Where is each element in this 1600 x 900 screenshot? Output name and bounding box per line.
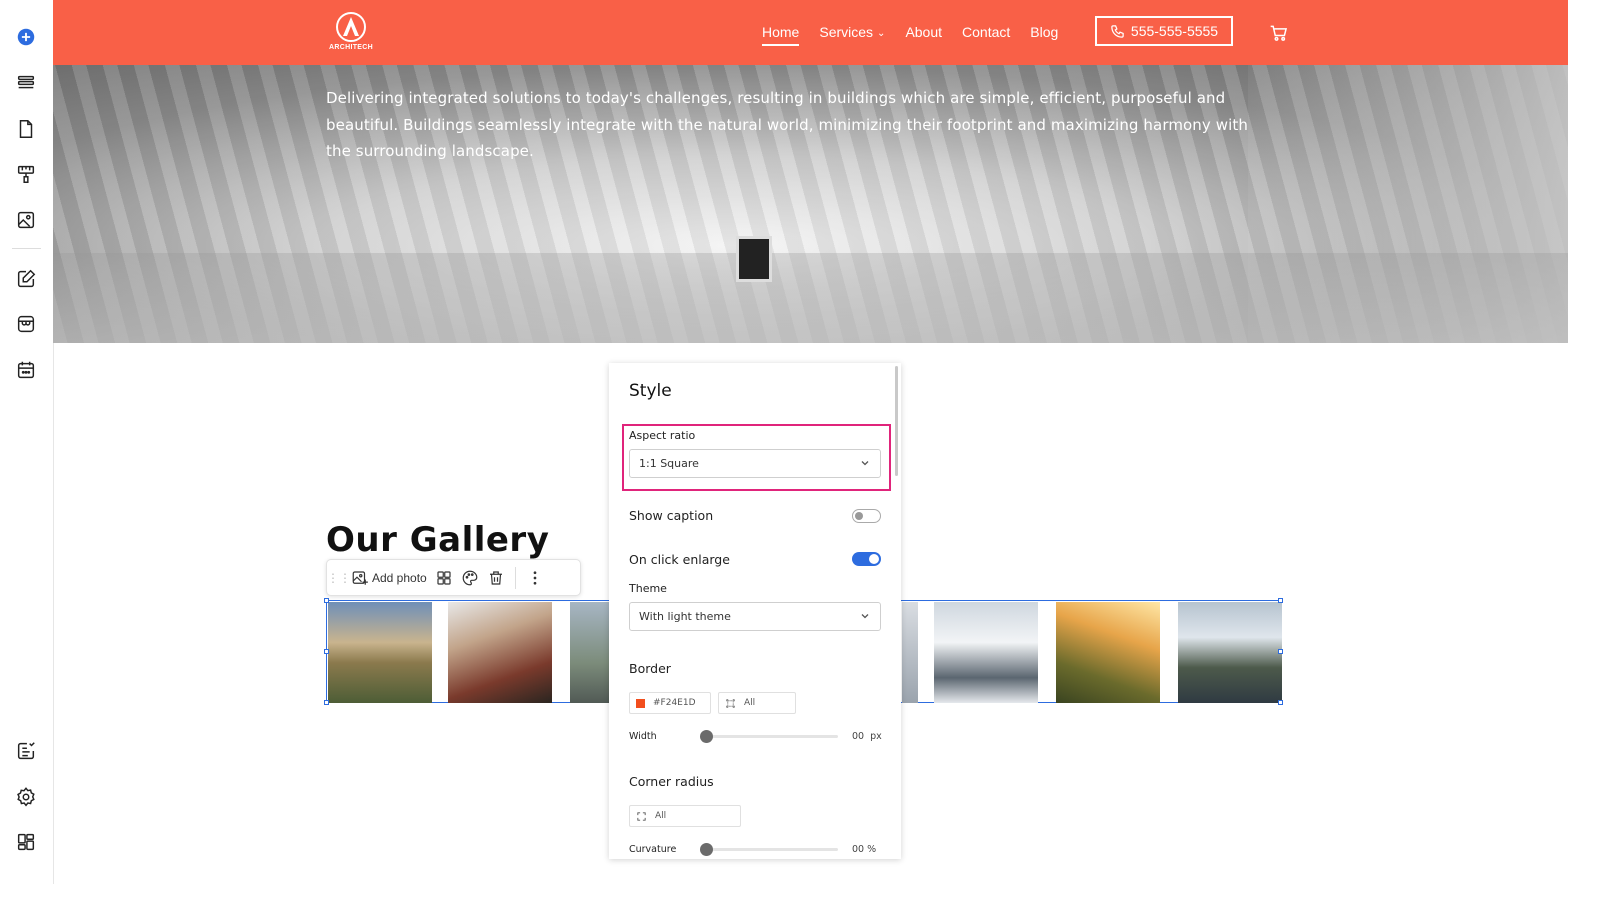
nav-blog[interactable]: Blog <box>1030 24 1058 40</box>
site-header: ARCHITECH Home Services ⌄ About Contact B… <box>53 0 1568 65</box>
more-vertical-icon <box>533 570 537 585</box>
gallery-photo[interactable] <box>570 602 610 703</box>
add-photo-button[interactable]: Add photo <box>351 564 427 592</box>
width-slider-knob[interactable] <box>700 730 713 743</box>
main-nav: Home Services ⌄ About Contact Blog <box>762 24 1078 46</box>
phone-number: 555-555-5555 <box>1130 23 1219 39</box>
width-label: Width <box>629 731 657 742</box>
theme-label: Theme <box>629 582 667 595</box>
drag-handle-icon[interactable]: ⋮⋮ <box>327 571 351 585</box>
more-button[interactable] <box>526 564 544 592</box>
resize-handle[interactable] <box>324 649 329 654</box>
logo-text: ARCHITECH <box>329 44 373 51</box>
border-color-swatch <box>636 698 645 708</box>
cart-icon[interactable] <box>1269 23 1289 43</box>
add-photo-icon <box>352 570 368 585</box>
settings-icon[interactable] <box>14 785 38 809</box>
style-panel: Style Aspect ratio 1:1 Square Show capti… <box>609 363 901 859</box>
show-caption-toggle[interactable] <box>852 509 881 523</box>
logo-icon <box>336 12 366 42</box>
palette-icon <box>462 570 478 585</box>
corner-sides-select[interactable]: All <box>629 805 741 827</box>
nav-services[interactable]: Services ⌄ <box>819 24 885 40</box>
curvature-value: 00 % <box>852 844 876 855</box>
border-color-picker[interactable]: #F24E1D <box>629 692 711 714</box>
chevron-down-icon <box>861 461 869 466</box>
border-sides-value: All <box>744 698 756 708</box>
blog-edit-icon[interactable] <box>14 267 38 291</box>
border-sides-icon <box>726 698 735 708</box>
panel-title: Style <box>629 381 672 401</box>
rail-divider <box>12 248 41 249</box>
add-icon[interactable] <box>14 25 38 49</box>
add-photo-label: Add photo <box>372 570 427 585</box>
nav-services-label: Services <box>819 24 874 40</box>
panel-scrollbar[interactable] <box>895 366 898 476</box>
site-logo[interactable]: ARCHITECH <box>326 11 376 51</box>
editor-sidebar <box>0 0 54 884</box>
aspect-ratio-select[interactable]: 1:1 Square <box>629 449 881 478</box>
curvature-slider-knob[interactable] <box>700 843 713 856</box>
calendar-icon[interactable] <box>14 358 38 382</box>
theme-value: With light theme <box>639 610 731 623</box>
theme-select[interactable]: With light theme <box>629 602 881 631</box>
corner-radius-label: Corner radius <box>629 774 714 789</box>
gallery-photo[interactable] <box>1056 602 1160 703</box>
layout-icon <box>437 570 451 585</box>
gallery-title[interactable]: Our Gallery <box>326 520 549 560</box>
store-icon[interactable] <box>14 312 38 336</box>
style-button[interactable] <box>461 564 479 592</box>
paint-roller-icon[interactable] <box>14 162 38 186</box>
nav-about[interactable]: About <box>905 24 942 40</box>
nav-contact[interactable]: Contact <box>962 24 1010 40</box>
curvature-label: Curvature <box>629 844 677 855</box>
hero-image-floor <box>53 253 1568 343</box>
show-caption-label: Show caption <box>629 508 714 523</box>
chevron-down-icon: ⌄ <box>877 28 886 39</box>
media-icon[interactable] <box>14 208 38 232</box>
aspect-ratio-value: 1:1 Square <box>639 457 699 470</box>
curvature-slider[interactable] <box>700 843 838 856</box>
gallery-photo[interactable] <box>1178 602 1282 703</box>
on-click-enlarge-label: On click enlarge <box>629 552 730 567</box>
curvature-unit: % <box>867 844 877 855</box>
phone-button[interactable]: 555-555-5555 <box>1095 16 1233 46</box>
layout-button[interactable] <box>435 564 453 592</box>
hero-image-door <box>736 236 772 282</box>
resize-handle[interactable] <box>324 700 329 705</box>
tasks-icon[interactable] <box>14 739 38 763</box>
gallery-photo[interactable] <box>934 602 1038 703</box>
chevron-down-icon <box>861 614 869 619</box>
gallery-photo[interactable] <box>448 602 552 703</box>
sections-icon[interactable] <box>14 71 38 95</box>
resize-handle[interactable] <box>324 598 329 603</box>
gallery-toolbar: ⋮⋮ Add photo <box>326 559 581 596</box>
border-color-text: #F24E1D <box>653 698 696 708</box>
curvature-number: 00 <box>852 844 865 855</box>
hero-section: Delivering integrated solutions to today… <box>53 65 1568 343</box>
pages-icon[interactable] <box>14 117 38 141</box>
resize-handle[interactable] <box>1278 598 1283 603</box>
phone-icon <box>1111 24 1124 38</box>
nav-home[interactable]: Home <box>762 24 800 46</box>
width-unit: px <box>870 731 882 742</box>
hero-text: Delivering integrated solutions to today… <box>326 89 1248 160</box>
border-sides-select[interactable]: All <box>718 692 796 714</box>
border-label: Border <box>629 661 671 676</box>
apps-icon[interactable] <box>14 830 38 854</box>
width-slider[interactable] <box>700 730 838 743</box>
delete-button[interactable] <box>487 564 505 592</box>
corner-sides-value: All <box>655 811 667 821</box>
aspect-ratio-label: Aspect ratio <box>629 429 696 442</box>
corner-sides-icon <box>637 811 646 821</box>
on-click-enlarge-toggle[interactable] <box>852 552 881 566</box>
trash-icon <box>489 570 502 585</box>
gallery-photo[interactable] <box>902 602 918 703</box>
width-value: 00 px <box>852 731 882 742</box>
toolbar-divider <box>514 566 516 589</box>
resize-handle[interactable] <box>1278 700 1283 705</box>
gallery-photo[interactable] <box>328 602 432 703</box>
width-number: 00 <box>852 731 865 742</box>
resize-handle[interactable] <box>1278 649 1283 654</box>
